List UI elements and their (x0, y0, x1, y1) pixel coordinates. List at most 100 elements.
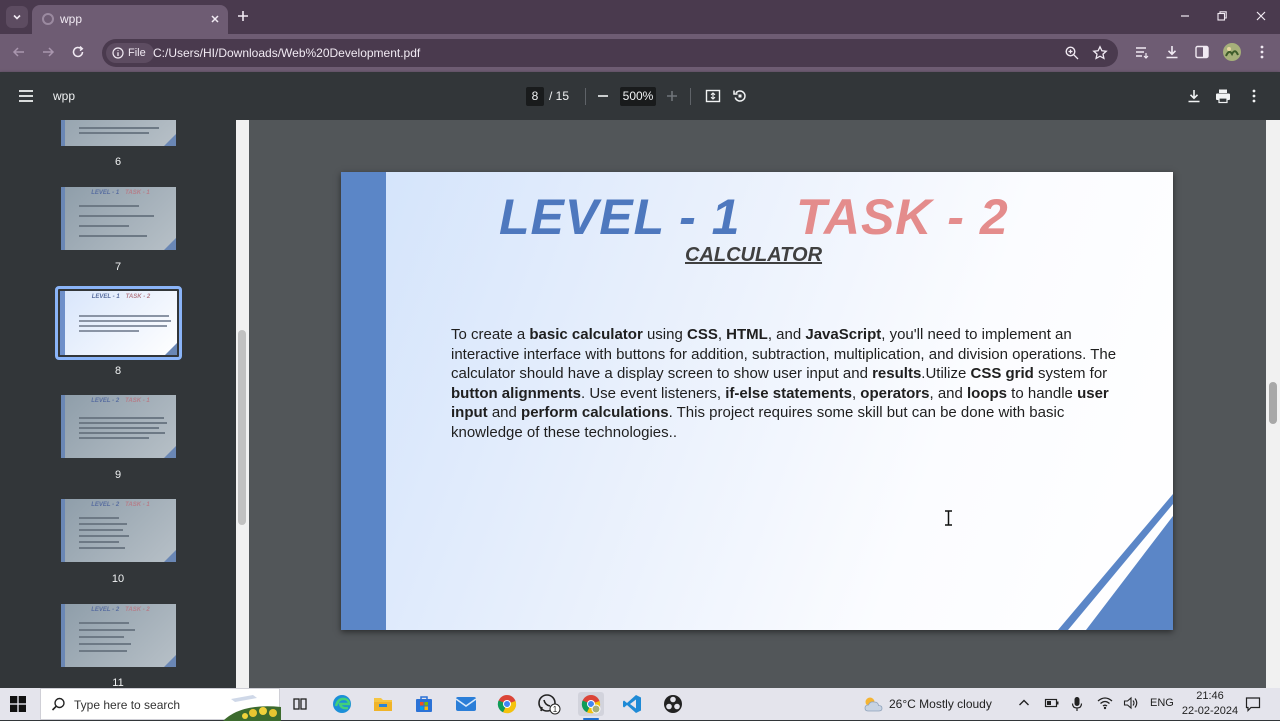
thumbnail-text-line (79, 547, 125, 549)
task-view-icon[interactable] (287, 692, 313, 716)
page-left-band (341, 172, 386, 630)
hamburger-menu-icon[interactable] (18, 89, 34, 103)
more-actions-icon[interactable] (1247, 88, 1261, 104)
reload-icon[interactable] (70, 44, 86, 60)
mail-icon[interactable] (453, 692, 479, 716)
toolbar-divider (585, 88, 586, 105)
taskbar-search-box[interactable]: Type here to search (40, 688, 281, 721)
microsoft-store-icon[interactable] (411, 692, 437, 716)
search-highlight-illustration-icon (223, 695, 281, 721)
close-window-icon[interactable] (1254, 9, 1268, 23)
thumbnail-sidebar[interactable]: 6 LEVEL - 1 TASK - 1 7 LEVEL - 1 TASK - 2 … (0, 120, 236, 688)
volume-icon[interactable] (1123, 696, 1139, 710)
thumbnail-heading-task: TASK - 2 (125, 294, 151, 300)
minimize-icon[interactable] (1178, 9, 1192, 23)
input-language[interactable]: ENG (1150, 697, 1174, 709)
page-number-input[interactable]: 8 (526, 87, 544, 106)
search-icon (51, 697, 66, 712)
bookmark-star-icon[interactable] (1092, 45, 1108, 61)
print-icon[interactable] (1215, 88, 1231, 104)
chrome-icon[interactable] (494, 692, 520, 716)
zoom-level-input[interactable]: 500% (620, 87, 656, 106)
zoom-magnifier-icon[interactable] (1064, 45, 1080, 61)
restore-icon[interactable] (1215, 9, 1229, 23)
pdf-viewer[interactable]: LEVEL - 1 TASK - 2 CALCULATOR To create … (249, 120, 1266, 688)
sidebar-scrollbar-thumb[interactable] (238, 330, 246, 525)
whatsapp-icon[interactable]: 1 (536, 692, 562, 716)
thumbnail-heading: LEVEL - 1 TASK - 2 (65, 294, 177, 300)
thumbnail-text-line (79, 205, 139, 207)
page-thumbnail-6[interactable] (61, 120, 176, 146)
thumbnail-text-line (79, 320, 171, 322)
new-tab-plus-icon[interactable] (236, 9, 250, 23)
zoom-out-minus-icon[interactable] (596, 89, 610, 103)
body-text-bold-run: JavaScript (805, 326, 882, 343)
page-subheading: CALCULATOR (685, 244, 823, 266)
weather-cloudy-icon[interactable] (862, 695, 884, 713)
site-info-chip[interactable]: File (106, 43, 154, 63)
browser-menu-icon[interactable] (1254, 44, 1270, 60)
site-chip-label: File (128, 47, 146, 59)
loading-favicon-icon (42, 13, 54, 25)
browser-tab[interactable]: wpp (32, 5, 228, 34)
clock-date[interactable]: 22-02-2024 (1180, 705, 1240, 717)
page-count: / 15 (549, 89, 570, 103)
thumbnail-heading-task: TASK - 1 (125, 502, 150, 508)
body-text-run: To create a (451, 326, 530, 343)
file-explorer-icon[interactable] (370, 692, 396, 716)
thumbnail-text-line (79, 215, 154, 217)
body-text-bold-run: results (872, 365, 922, 382)
viewer-scrollbar[interactable] (1266, 120, 1280, 688)
thumbnail-page-number: 8 (114, 365, 122, 377)
page-thumbnail-10[interactable]: LEVEL - 2 TASK - 1 (61, 499, 176, 562)
sidebar-scrollbar[interactable] (236, 120, 249, 688)
page-thumbnail-7[interactable]: LEVEL - 1 TASK - 1 (61, 187, 176, 250)
thumbnail-text-line (79, 535, 129, 537)
thumbnail-heading-level: LEVEL - 2 (91, 502, 120, 508)
side-panel-icon[interactable] (1194, 44, 1210, 60)
profile-avatar-icon[interactable] (1222, 42, 1242, 62)
back-arrow-icon[interactable] (11, 44, 27, 60)
close-tab-icon[interactable] (208, 12, 222, 26)
thumbnail-text-line (79, 330, 139, 332)
body-text-bold-run: button alignments (451, 384, 581, 402)
page-thumbnail-8[interactable]: LEVEL - 1 TASK - 2 (60, 291, 177, 355)
obs-studio-icon[interactable] (660, 692, 686, 716)
chrome-profile-icon[interactable] (578, 692, 604, 720)
page-thumbnail-11[interactable]: LEVEL - 2 TASK - 2 (61, 604, 176, 667)
body-text-run: .Utilize (921, 365, 971, 382)
viewer-scrollbar-thumb[interactable] (1269, 382, 1277, 424)
thumbnail-text-line (79, 523, 127, 525)
tab-title: wpp (60, 12, 83, 26)
thumbnail-text-line (79, 225, 129, 227)
download-pdf-icon[interactable] (1186, 88, 1202, 104)
fit-to-page-icon[interactable] (705, 88, 721, 104)
reading-list-icon[interactable] (1134, 44, 1150, 60)
forward-arrow-icon[interactable] (40, 44, 56, 60)
thumbnail-text-line (79, 529, 123, 531)
body-text-run: to handle (1007, 384, 1078, 402)
tab-search-button[interactable] (6, 6, 28, 28)
thumbnail-text-line (79, 427, 159, 429)
thumbnail-text-line (79, 422, 167, 424)
address-bar[interactable]: File C:/Users/HI/Downloads/Web%20Develop… (102, 39, 1118, 67)
thumbnail-page-number: 6 (114, 156, 122, 168)
weather-text[interactable]: 26°C Mostly cloudy (889, 697, 992, 711)
downloads-icon[interactable] (1164, 44, 1180, 60)
pdf-toolbar: wpp 8 / 15 500% (0, 72, 1280, 120)
microphone-icon[interactable] (1071, 696, 1083, 712)
rotate-counterclockwise-icon[interactable] (732, 88, 748, 104)
edge-browser-icon[interactable] (329, 692, 355, 716)
chevron-up-icon[interactable] (1017, 696, 1031, 710)
zoom-in-plus-icon[interactable] (665, 89, 679, 103)
thumbnail-text-line (79, 541, 119, 543)
wifi-icon[interactable] (1097, 696, 1113, 710)
page-thumbnail-9[interactable]: LEVEL - 2 TASK - 1 (61, 395, 176, 458)
battery-icon[interactable] (1044, 696, 1060, 710)
clock-time[interactable]: 21:46 (1190, 690, 1230, 702)
windows-start-icon[interactable] (10, 696, 26, 712)
vscode-icon[interactable] (619, 692, 645, 716)
body-text-bold-run: CSS (686, 326, 718, 343)
notification-center-icon[interactable] (1245, 696, 1261, 712)
pdf-page: LEVEL - 1 TASK - 2 CALCULATOR To create … (341, 172, 1173, 630)
